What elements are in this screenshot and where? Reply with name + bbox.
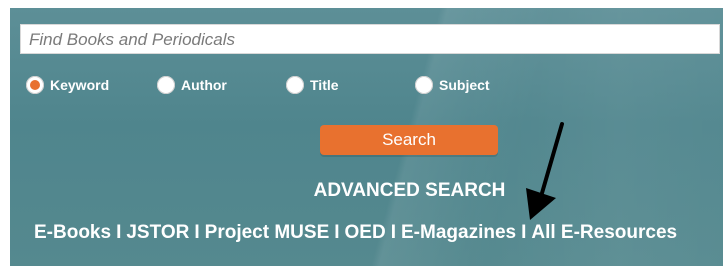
- radio-author[interactable]: Author: [157, 76, 227, 94]
- link-e-magazines[interactable]: E-Magazines: [401, 222, 516, 243]
- radio-unselected-icon[interactable]: [157, 76, 175, 94]
- advanced-search-link[interactable]: ADVANCED SEARCH: [0, 180, 723, 202]
- radio-title-label: Title: [310, 77, 339, 93]
- radio-keyword-label: Keyword: [50, 77, 110, 93]
- radio-unselected-icon[interactable]: [286, 76, 304, 94]
- link-separator: I: [194, 222, 200, 243]
- radio-subject-label: Subject: [439, 77, 490, 93]
- radio-subject[interactable]: Subject: [415, 76, 490, 94]
- search-input[interactable]: Find Books and Periodicals: [20, 24, 720, 54]
- link-all-e-resources[interactable]: All E-Resources: [531, 222, 677, 243]
- resource-links: E-Books I JSTOR I Project MUSE I OED I E-Magazin…: [34, 222, 677, 244]
- link-separator: I: [521, 222, 527, 243]
- link-separator: I: [334, 222, 340, 243]
- link-separator: I: [390, 222, 396, 243]
- link-oed[interactable]: OED: [345, 222, 386, 243]
- radio-author-label: Author: [181, 77, 227, 93]
- radio-keyword[interactable]: Keyword: [26, 76, 109, 94]
- radio-unselected-icon[interactable]: [415, 76, 433, 94]
- link-separator: I: [116, 222, 122, 243]
- radio-selected-icon[interactable]: [26, 76, 44, 94]
- link-e-books[interactable]: E-Books: [34, 222, 111, 243]
- radio-title[interactable]: Title: [286, 76, 339, 94]
- search-button[interactable]: Search: [320, 125, 498, 155]
- arrow-pointing-down-left-icon: [526, 122, 564, 220]
- link-jstor[interactable]: JSTOR: [126, 222, 189, 243]
- search-placeholder: Find Books and Periodicals: [29, 30, 236, 49]
- link-project-muse[interactable]: Project MUSE: [205, 222, 330, 243]
